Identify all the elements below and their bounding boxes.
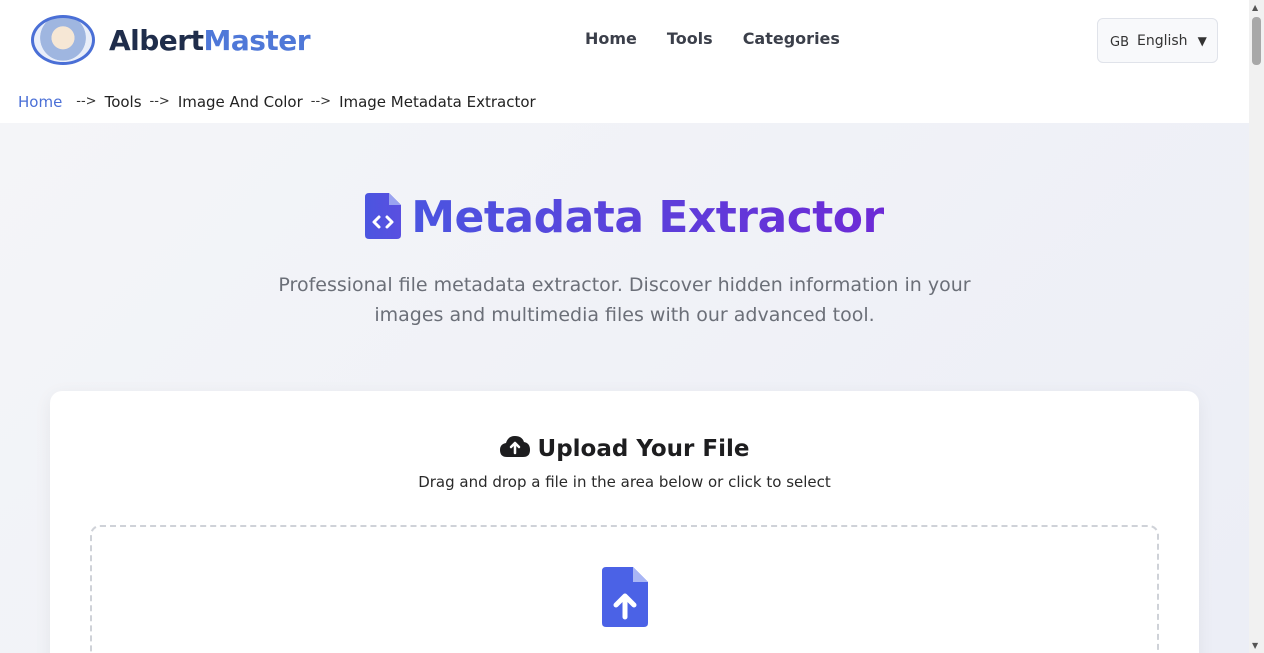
logo-text: AlbertMaster <box>109 23 311 57</box>
breadcrumb-tools[interactable]: Tools <box>105 93 142 111</box>
language-label: English <box>1137 32 1188 49</box>
upload-card: Upload Your File Drag and drop a file in… <box>50 391 1199 653</box>
logo[interactable]: AlbertMaster <box>31 15 311 65</box>
scrollbar-thumb[interactable] <box>1252 17 1261 65</box>
site-header: AlbertMaster Home Tools Categories GB En… <box>0 0 1249 80</box>
cloud-upload-icon <box>499 435 530 463</box>
breadcrumb-separator: --> <box>310 94 332 109</box>
breadcrumb-image-and-color[interactable]: Image And Color <box>178 93 303 111</box>
language-select[interactable]: GB English ▼ <box>1097 18 1218 63</box>
breadcrumb-separator: --> <box>76 94 97 109</box>
breadcrumb-separator: --> <box>149 94 170 109</box>
file-code-icon <box>365 192 402 243</box>
upload-title-text: Upload Your File <box>537 436 750 462</box>
flag-icon: GB <box>1110 34 1129 50</box>
breadcrumb: Home --> Tools --> Image And Color --> I… <box>0 80 1249 123</box>
nav-categories[interactable]: Categories <box>743 29 840 48</box>
breadcrumb-home[interactable]: Home <box>18 93 62 111</box>
upload-subtitle: Drag and drop a file in the area below o… <box>418 473 831 491</box>
page-subtitle: Professional file metadata extractor. Di… <box>278 274 971 326</box>
breadcrumb-current: Image Metadata Extractor <box>339 92 536 111</box>
scroll-up-icon[interactable]: ▲ <box>1252 3 1258 12</box>
nav-home[interactable]: Home <box>585 29 637 48</box>
file-dropzone[interactable] <box>90 525 1159 653</box>
logo-image <box>31 15 95 65</box>
page-title: Metadata Extractor <box>0 192 1249 243</box>
main-nav: Home Tools Categories <box>585 29 840 48</box>
chevron-down-icon: ▼ <box>1197 33 1207 48</box>
upload-title: Upload Your File <box>50 435 1199 463</box>
nav-tools[interactable]: Tools <box>667 29 713 48</box>
scrollbar[interactable]: ▲ ▼ <box>1249 0 1264 653</box>
page-title-text: Metadata Extractor <box>411 192 884 243</box>
scroll-down-icon[interactable]: ▼ <box>1252 641 1258 650</box>
file-upload-icon <box>602 567 648 631</box>
